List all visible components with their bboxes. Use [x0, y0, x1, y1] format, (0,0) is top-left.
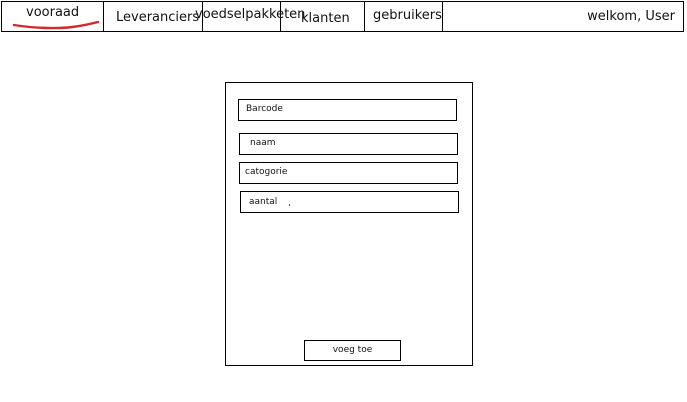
- add-stock-form: Barcode naam catogorie aantal voeg toe: [225, 82, 473, 366]
- welcome-text: welkom, User: [587, 9, 675, 24]
- barcode-field[interactable]: Barcode: [238, 99, 457, 121]
- nav-item-label: Leveranciers: [116, 10, 200, 25]
- barcode-placeholder: Barcode: [246, 104, 283, 114]
- nav-item-label: gebruikers: [373, 8, 442, 23]
- catogorie-placeholder: catogorie: [245, 167, 288, 177]
- text-cursor: [289, 204, 290, 206]
- naam-placeholder: naam: [250, 138, 276, 148]
- aantal-placeholder: aantal: [249, 197, 278, 207]
- nav-item-klanten[interactable]: klanten: [281, 2, 365, 31]
- active-tab-underline: [12, 20, 100, 30]
- naam-field[interactable]: naam: [239, 133, 458, 155]
- nav-item-label: klanten: [301, 11, 350, 26]
- nav-item-leveranciers[interactable]: Leveranciers: [104, 2, 203, 31]
- catogorie-field[interactable]: catogorie: [239, 162, 458, 184]
- nav-item-gebruikers[interactable]: gebruikers: [365, 2, 443, 31]
- voeg-toe-button[interactable]: voeg toe: [304, 340, 401, 361]
- top-nav: vooraad Leveranciers voedselpakketen kla…: [1, 1, 684, 32]
- nav-item-vooraad[interactable]: vooraad: [2, 2, 104, 31]
- nav-item-voedselpakketen[interactable]: voedselpakketen: [195, 2, 305, 31]
- aantal-field[interactable]: aantal: [240, 191, 459, 213]
